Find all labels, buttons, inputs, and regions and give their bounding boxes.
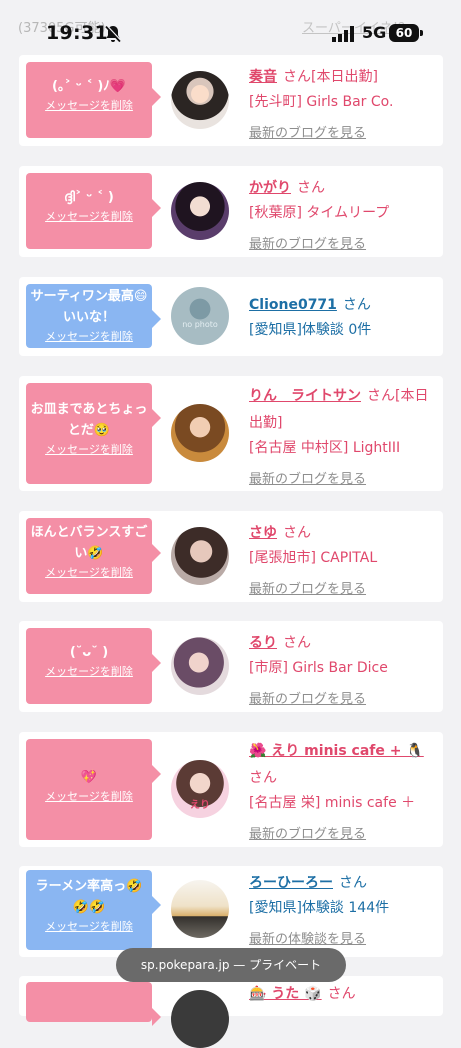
message-card: 💖 メッセージを削除 えり 🌺 えり minis cafe + 🐧 さん [名古… (19, 732, 443, 847)
san-text: さん (297, 180, 325, 196)
avatar[interactable] (171, 404, 229, 462)
message-text: ദ്ദി˃ ᵕ ˂ ) (64, 190, 114, 205)
message-text: (｡˃ ᵕ ˂ )ﾉ💗 (52, 79, 126, 94)
san-text: さん (367, 388, 395, 404)
attendance-text: [本日出勤] (311, 69, 378, 85)
shop-text: [尾張旭市] CAPITAL (249, 550, 378, 566)
message-text: (˘ᴗ˘ ) (69, 645, 109, 660)
profile-name-link[interactable]: るり (249, 635, 277, 651)
battery-icon: 60 (389, 24, 423, 42)
latest-blog-link[interactable]: 最新のブログを見る (249, 472, 366, 487)
san-text: さん (249, 770, 277, 786)
profile-info: ろーひーろー さん [愛知県]体験談 144件 最新の体験談を見る (249, 869, 439, 952)
delete-message-link[interactable]: メッセージを削除 (26, 97, 152, 113)
message-bubble: ദ്ദി˃ ᵕ ˂ ) メッセージを削除 (26, 173, 161, 249)
message-bubble: ラーメン率高っ🤣🤣🤣 メッセージを削除 (26, 870, 161, 950)
experience-text: [愛知県]体験談 0件 (249, 322, 372, 338)
avatar[interactable] (171, 637, 229, 695)
clock: 19:31 (46, 22, 108, 44)
shop-text: [名古屋 栄] minis cafe ＋ (249, 795, 416, 811)
san-text: さん (283, 525, 311, 541)
latest-blog-link[interactable]: 最新のブログを見る (249, 827, 366, 842)
no-photo-text: no photo (182, 320, 218, 329)
avatar[interactable] (171, 990, 229, 1048)
shop-text: [市原] Girls Bar Dice (249, 660, 388, 676)
profile-name-link[interactable]: りん ライトサン (249, 388, 361, 404)
signal-icon (332, 26, 354, 42)
profile-info: かがり さん [秋葉原] タイムリープ 最新のブログを見る (249, 174, 439, 257)
avatar[interactable]: えり (171, 760, 229, 818)
profile-info: 🎰 うた 🎲 さん (249, 980, 439, 1007)
message-text: サーティワン最高😄いいな！ (30, 289, 148, 325)
delete-message-link[interactable]: メッセージを削除 (26, 208, 152, 224)
shop-text: [名古屋 中村区] LightIII (249, 440, 401, 456)
san-text: さん (283, 635, 311, 651)
latest-blog-link[interactable]: 最新のブログを見る (249, 692, 366, 707)
message-card: 🎰 うた 🎲 さん (19, 976, 443, 1048)
message-bubble: ほんとバランスすごい🤣 メッセージを削除 (26, 518, 161, 594)
message-bubble: 💖 メッセージを削除 (26, 739, 161, 840)
san-text: さん (339, 875, 367, 891)
message-bubble: (˘ᴗ˘ ) メッセージを削除 (26, 628, 161, 704)
avatar[interactable] (171, 527, 229, 585)
profile-info: さゆ さん [尾張旭市] CAPITAL 最新のブログを見る (249, 519, 439, 602)
message-card: (˘ᴗ˘ ) メッセージを削除 るり さん [市原] Girls Bar Dice… (19, 621, 443, 712)
avatar[interactable] (171, 182, 229, 240)
latest-blog-link[interactable]: 最新のブログを見る (249, 582, 366, 597)
shop-text: [先斗町] Girls Bar Co. (249, 94, 394, 110)
profile-name-link[interactable]: Clione0771 (249, 297, 337, 313)
profile-info: 🌺 えり minis cafe + 🐧 さん [名古屋 栄] minis caf… (249, 737, 439, 847)
message-card: サーティワン最高😄いいな！ メッセージを削除 no photo Clione07… (19, 277, 443, 356)
profile-info: りん ライトサン さん[本日出勤] [名古屋 中村区] LightIII 最新のブ… (249, 382, 439, 492)
message-bubble: (｡˃ ᵕ ˂ )ﾉ💗 メッセージを削除 (26, 62, 161, 138)
delete-message-link[interactable]: メッセージを削除 (26, 788, 152, 804)
delete-message-link[interactable]: メッセージを削除 (26, 663, 152, 679)
profile-name-link[interactable]: ろーひーろー (249, 875, 333, 891)
shop-text: [秋葉原] タイムリープ (249, 205, 390, 221)
delete-message-link[interactable]: メッセージを削除 (26, 564, 152, 580)
message-text: 💖 (80, 770, 98, 785)
avatar-caption: えり (190, 800, 210, 811)
profile-name-link[interactable]: さゆ (249, 525, 277, 541)
url-toast[interactable]: sp.pokepara.jp — プライベート (116, 948, 346, 982)
message-card: お皿まであとちょっとだ🥹 メッセージを削除 りん ライトサン さん[本日出勤] [… (19, 376, 443, 491)
message-text: お皿まであとちょっとだ🥹 (30, 402, 148, 438)
message-card: ラーメン率高っ🤣🤣🤣 メッセージを削除 ろーひーろー さん [愛知県]体験談 14… (19, 866, 443, 957)
experience-text: [愛知県]体験談 144件 (249, 900, 390, 916)
delete-message-link[interactable]: メッセージを削除 (26, 441, 152, 457)
message-card: ദ്ദി˃ ᵕ ˂ ) メッセージを削除 かがり さん [秋葉原] タイムリープ … (19, 166, 443, 257)
delete-message-link[interactable]: メッセージを削除 (26, 918, 152, 934)
profile-info: 奏音 さん[本日出勤] [先斗町] Girls Bar Co. 最新のブログを見る (249, 63, 439, 146)
face-blur (191, 85, 209, 103)
message-bubble (26, 982, 161, 1026)
latest-review-link[interactable]: 最新の体験談を見る (249, 932, 366, 947)
profile-info: るり さん [市原] Girls Bar Dice 最新のブログを見る (249, 629, 439, 712)
bell-muted-icon (105, 25, 122, 43)
san-text: さん (283, 69, 311, 85)
status-bar: (37305G可能) スーパーイイネ!？ 19:31 5G 60 (0, 0, 461, 56)
profile-name-link[interactable]: 奏音 (249, 69, 277, 85)
latest-blog-link[interactable]: 最新のブログを見る (249, 237, 366, 252)
profile-info: Clione0771 さん [愛知県]体験談 0件 (249, 291, 439, 343)
message-card: ほんとバランスすごい🤣 メッセージを削除 さゆ さん [尾張旭市] CAPITAL… (19, 511, 443, 602)
message-card: (｡˃ ᵕ ˂ )ﾉ💗 メッセージを削除 奏音 さん[本日出勤] [先斗町] Gi… (19, 55, 443, 146)
message-bubble: お皿まであとちょっとだ🥹 メッセージを削除 (26, 383, 161, 484)
profile-name-link[interactable]: 🌺 えり minis cafe + 🐧 (249, 743, 424, 759)
message-bubble: サーティワン最高😄いいな！ メッセージを削除 (26, 284, 161, 348)
delete-message-link[interactable]: メッセージを削除 (26, 328, 152, 344)
message-text: ほんとバランスすごい🤣 (30, 525, 148, 561)
avatar[interactable]: no photo (171, 287, 229, 345)
avatar[interactable] (171, 880, 229, 938)
message-text: ラーメン率高っ🤣🤣🤣 (35, 879, 143, 915)
avatar[interactable] (171, 71, 229, 129)
network-type: 5G (362, 23, 387, 42)
profile-name-link[interactable]: かがり (249, 180, 291, 196)
san-text: さん (342, 297, 371, 313)
latest-blog-link[interactable]: 最新のブログを見る (249, 126, 366, 141)
